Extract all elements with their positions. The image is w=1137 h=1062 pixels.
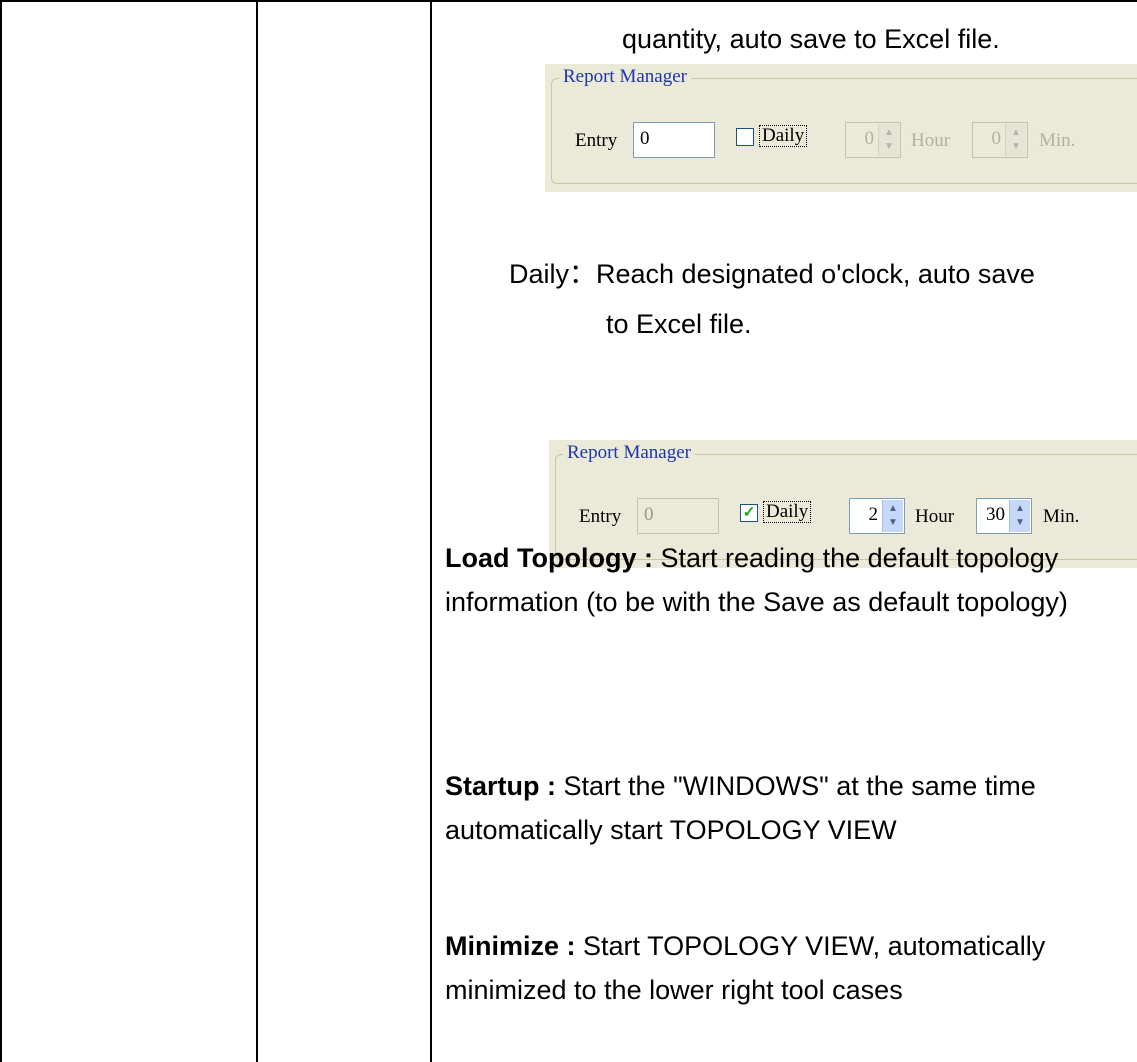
report-manager-title: Report Manager: [559, 66, 691, 88]
load-topology-paragraph: Load Topology : Start reading the defaul…: [445, 536, 1105, 624]
min-spinner: 0 ▲ ▼: [972, 122, 1028, 158]
load-topology-term: Load Topology :: [445, 543, 653, 573]
chevron-up-icon: ▲: [1011, 127, 1021, 138]
daily-description-line2: to Excel file.: [606, 309, 752, 339]
report-manager-title: Report Manager: [563, 442, 695, 464]
daily-checkbox[interactable]: ✓: [740, 504, 758, 522]
hour-spinner-arrows: ▲ ▼: [878, 124, 899, 156]
chevron-up-icon: ▲: [884, 127, 894, 138]
entry-input: 0: [637, 498, 719, 534]
daily-description-line1: Daily：Reach designated o'clock, auto sav…: [509, 259, 1035, 289]
daily-checkbox-label[interactable]: Daily: [759, 125, 808, 147]
hour-label: Hour: [915, 506, 955, 527]
table-column-divider-2: [430, 0, 432, 1062]
chevron-down-icon[interactable]: ▼: [1010, 517, 1030, 529]
chevron-down-icon: ▼: [884, 141, 894, 152]
minimize-term: Minimize :: [445, 931, 576, 961]
entry-input[interactable]: 0: [633, 122, 715, 158]
min-spinner[interactable]: 30 ▲ ▼: [976, 498, 1032, 534]
hour-spinner: 0 ▲ ▼: [845, 122, 901, 158]
daily-checkbox[interactable]: [736, 128, 754, 146]
min-label: Min.: [1039, 130, 1076, 151]
chevron-down-icon[interactable]: ▼: [883, 517, 903, 529]
hour-value: 0: [864, 128, 875, 149]
table-border-left: [0, 0, 2, 1062]
min-value: 0: [991, 128, 1002, 149]
startup-paragraph: Startup : Start the "WINDOWS" at the sam…: [445, 764, 1105, 852]
report-manager-panel-entry: Report Manager Entry 0 Daily 0 ▲ ▼ Hour …: [545, 64, 1137, 192]
daily-checkbox-label[interactable]: Daily: [763, 501, 812, 523]
min-label: Min.: [1043, 506, 1080, 527]
min-spinner-arrows: ▲ ▼: [1005, 124, 1026, 156]
intro-line: quantity, auto save to Excel file.: [622, 24, 1000, 54]
hour-spinner[interactable]: 2 ▲ ▼: [849, 498, 905, 534]
chevron-up-icon[interactable]: ▲: [883, 503, 903, 515]
chevron-up-icon[interactable]: ▲: [1010, 503, 1030, 515]
hour-value: 2: [868, 504, 879, 525]
hour-label: Hour: [911, 130, 951, 151]
min-spinner-arrows[interactable]: ▲ ▼: [1009, 500, 1030, 532]
startup-term: Startup :: [445, 771, 556, 801]
entry-label: Entry: [579, 506, 622, 527]
minimize-paragraph: Minimize : Start TOPOLOGY VIEW, automati…: [445, 924, 1105, 1012]
chevron-down-icon: ▼: [1011, 141, 1021, 152]
table-column-divider-1: [256, 0, 258, 1062]
hour-spinner-arrows[interactable]: ▲ ▼: [882, 500, 903, 532]
table-border-top: [0, 0, 1137, 2]
entry-label: Entry: [575, 130, 618, 151]
min-value: 30: [986, 504, 1005, 525]
